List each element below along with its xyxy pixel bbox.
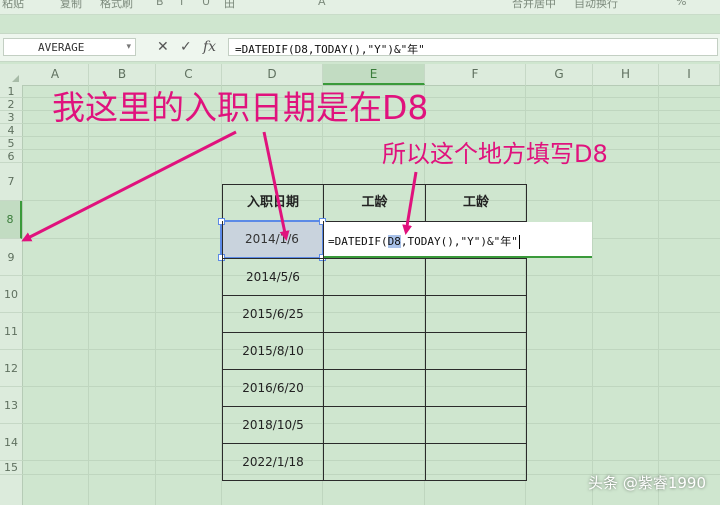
annotation-arrows [21,130,418,242]
arrow-to-row-8 [21,130,237,242]
arrow-to-d8 [262,131,290,241]
arrow-to-formula-ref [402,171,418,235]
watermark: 头条 @紫睿1990 [588,474,706,492]
